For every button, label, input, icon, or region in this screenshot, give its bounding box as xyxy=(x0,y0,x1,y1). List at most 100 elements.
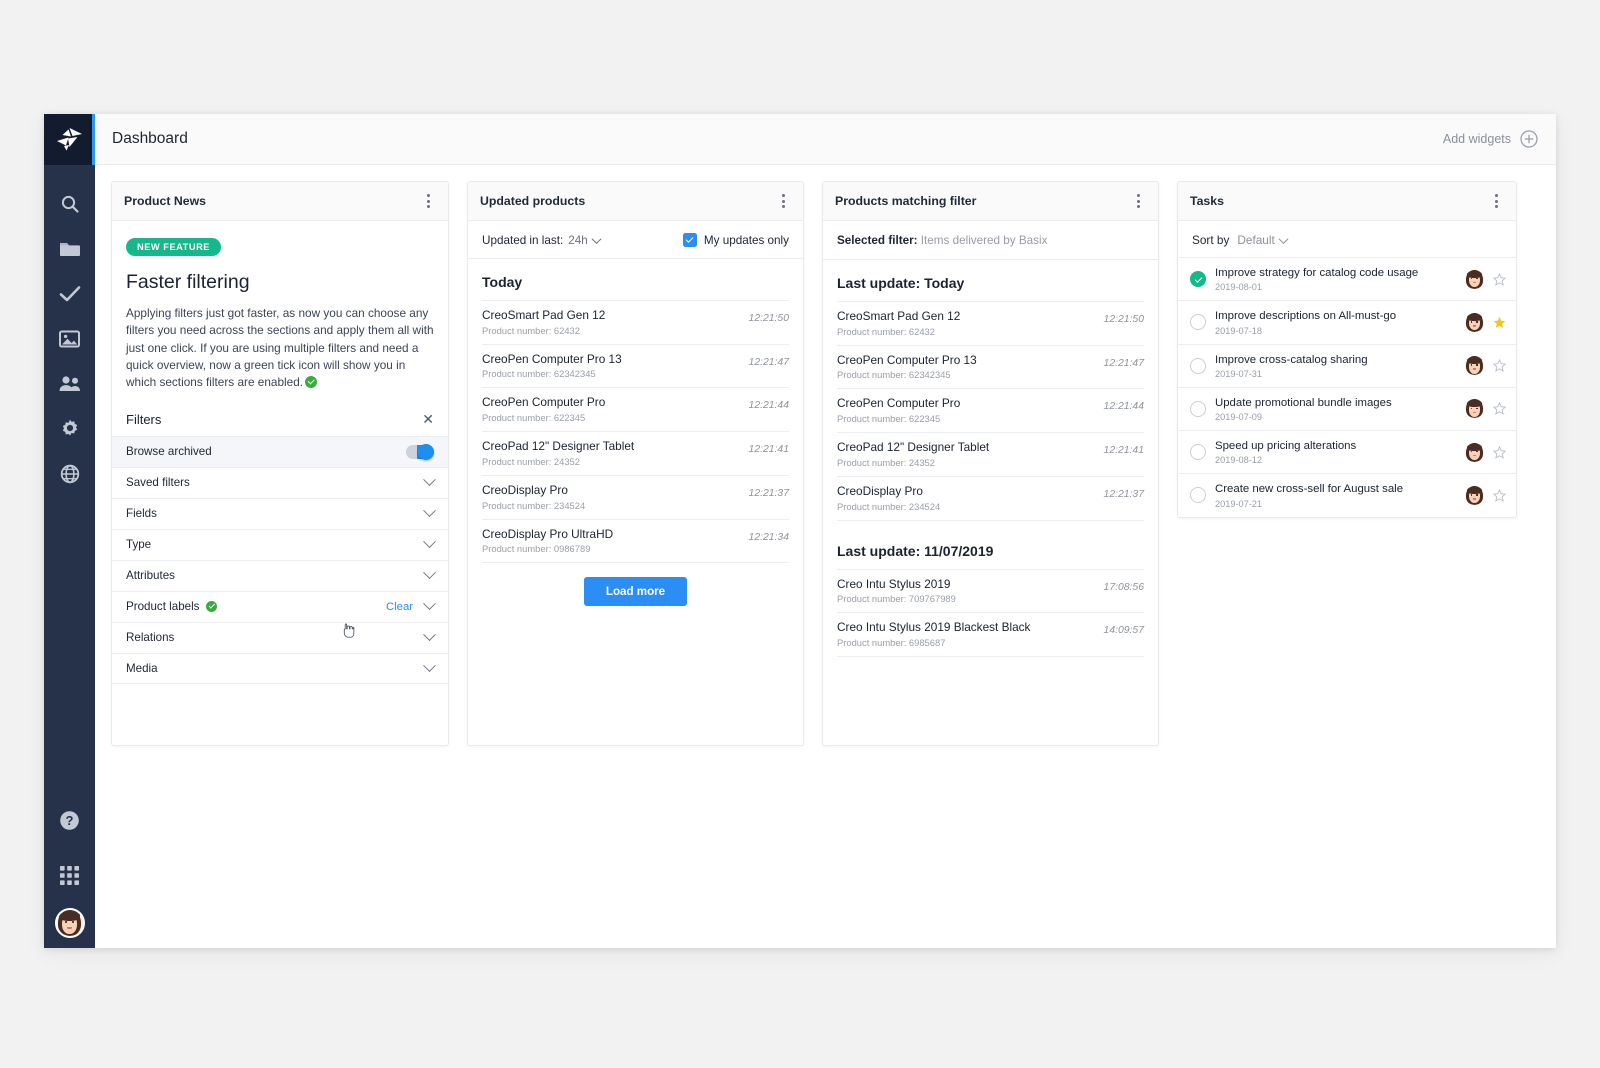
my-updates-only-checkbox[interactable]: My updates only xyxy=(682,233,789,247)
product-row[interactable]: CreoDisplay Pro Product number: 234524 1… xyxy=(482,474,789,519)
product-row[interactable]: CreoPad 12" Designer Tablet Product numb… xyxy=(837,432,1144,476)
widget-title: Product News xyxy=(124,194,206,208)
filter-label: Media xyxy=(126,661,158,675)
tasks-sort-row: Sort by Default xyxy=(1178,221,1516,257)
star-filled-icon[interactable] xyxy=(1493,316,1506,329)
filter-row-saved-filters[interactable]: Saved filters xyxy=(112,466,448,498)
filter-row-relations[interactable]: Relations xyxy=(112,621,448,653)
task-row[interactable]: Improve strategy for catalog code usage … xyxy=(1178,257,1516,300)
widget-products-matching-filter: Products matching filter Selected filter… xyxy=(822,181,1159,746)
product-name: Creo Intu Stylus 2019 xyxy=(837,576,951,591)
widget-menu-button[interactable] xyxy=(418,189,438,213)
task-status-checkbox[interactable] xyxy=(1190,357,1206,374)
task-assignee-avatar[interactable] xyxy=(1465,356,1484,376)
chevron-down-icon xyxy=(423,535,436,549)
avatar-icon xyxy=(1465,485,1484,505)
task-assignee-avatar[interactable] xyxy=(1465,485,1484,505)
updated-in-last-dropdown[interactable]: 24h xyxy=(568,234,602,247)
filter-row-browse-archived[interactable]: Browse archived xyxy=(112,435,448,467)
filter-row-fields[interactable]: Fields xyxy=(112,497,448,529)
clear-product-labels-button[interactable]: Clear xyxy=(386,601,413,613)
chevron-down-icon xyxy=(423,658,436,672)
sidebar-item-profile-avatar[interactable] xyxy=(54,908,85,938)
product-row[interactable]: Creo Intu Stylus 2019 Product number: 70… xyxy=(837,568,1144,613)
task-status-checkbox[interactable] xyxy=(1190,314,1206,331)
product-row[interactable]: CreoPen Computer Pro Product number: 622… xyxy=(482,387,789,431)
task-row[interactable]: Speed up pricing alterations 2019-08-12 xyxy=(1178,430,1516,473)
sidebar-item-settings[interactable] xyxy=(44,406,95,451)
product-row[interactable]: CreoSmart Pad Gen 12 Product number: 624… xyxy=(837,301,1144,345)
widget-updated-products: Updated products Updated in last: 24h My… xyxy=(467,181,804,746)
task-row[interactable]: Improve descriptions on All-must-go 2019… xyxy=(1178,300,1516,343)
product-row[interactable]: Creo Intu Stylus 2019 Blackest Black Pro… xyxy=(837,612,1144,656)
product-number: Product number: 0986789 xyxy=(482,543,591,555)
filter-row-media[interactable]: Media xyxy=(112,652,448,684)
task-assignee-avatar[interactable] xyxy=(1465,399,1484,419)
browse-archived-toggle[interactable] xyxy=(406,443,434,460)
filter-row-type[interactable]: Type xyxy=(112,528,448,560)
task-assignee-avatar[interactable] xyxy=(1465,269,1484,289)
task-status-checkbox[interactable] xyxy=(1190,487,1206,504)
product-number: Product number: 709767989 xyxy=(837,593,956,605)
filters-close-button[interactable]: ✕ xyxy=(422,412,434,426)
product-row[interactable]: CreoDisplay Pro Product number: 234524 1… xyxy=(837,475,1144,520)
sidebar-item-help[interactable]: ? xyxy=(44,798,95,843)
task-assignee-avatar[interactable] xyxy=(1465,442,1484,462)
product-name: Creo Intu Stylus 2019 Blackest Black xyxy=(837,620,1031,635)
product-row[interactable]: CreoPen Computer Pro 13 Product number: … xyxy=(837,344,1144,389)
sidebar-item-search[interactable] xyxy=(44,181,95,226)
star-outline-icon[interactable] xyxy=(1493,402,1506,416)
filter-row-product-labels[interactable]: Product labels Clear xyxy=(112,590,448,638)
task-status-checkbox[interactable] xyxy=(1190,271,1206,288)
widget-menu-button[interactable] xyxy=(773,189,793,213)
task-status-checkbox[interactable] xyxy=(1190,444,1206,461)
chevron-down-icon xyxy=(1278,233,1289,244)
star-outline-icon[interactable] xyxy=(1493,445,1506,459)
task-row[interactable]: Improve cross-catalog sharing 2019-07-31 xyxy=(1178,343,1516,387)
widget-title: Tasks xyxy=(1190,194,1224,208)
add-widgets-button[interactable]: Add widgets xyxy=(1443,130,1538,148)
avatar-icon xyxy=(1465,399,1484,419)
product-time: 14:09:57 xyxy=(1103,625,1144,637)
sidebar-item-app-grid[interactable] xyxy=(44,853,95,898)
product-row[interactable]: CreoSmart Pad Gen 12 Product number: 624… xyxy=(482,300,789,344)
app-logo[interactable] xyxy=(44,114,95,165)
sidebar-item-catalogs[interactable] xyxy=(44,226,95,271)
matching-products-list: Last update: Today CreoSmart Pad Gen 12 … xyxy=(823,260,1158,745)
product-name: CreoSmart Pad Gen 12 xyxy=(837,309,961,323)
task-title: Improve cross-catalog sharing xyxy=(1215,353,1368,366)
sort-by-dropdown[interactable]: Default xyxy=(1237,233,1289,247)
task-row[interactable]: Create new cross-sell for August sale 20… xyxy=(1178,473,1516,516)
sidebar-item-media[interactable] xyxy=(44,316,95,361)
task-assignee-avatar[interactable] xyxy=(1465,312,1484,332)
sidebar-item-tasks[interactable] xyxy=(44,271,95,316)
check-icon xyxy=(59,285,80,301)
product-row[interactable]: CreoPen Computer Pro 13 Product number: … xyxy=(482,343,789,388)
load-more-button[interactable]: Load more xyxy=(583,577,688,607)
filter-row-attributes[interactable]: Attributes xyxy=(112,559,448,591)
product-row[interactable]: CreoPad 12" Designer Tablet Product numb… xyxy=(482,431,789,475)
task-row[interactable]: Update promotional bundle images 2019-07… xyxy=(1178,386,1516,430)
sidebar-item-global[interactable] xyxy=(44,451,95,496)
product-row[interactable]: CreoDisplay Pro UltraHD Product number: … xyxy=(482,518,789,563)
product-name: CreoDisplay Pro UltraHD xyxy=(482,526,614,541)
image-icon xyxy=(59,330,80,347)
product-row[interactable]: CreoPen Computer Pro Product number: 622… xyxy=(837,388,1144,432)
task-title: Update promotional bundle images xyxy=(1215,396,1392,409)
task-status-checkbox[interactable] xyxy=(1190,400,1206,417)
widget-menu-button[interactable] xyxy=(1486,189,1506,213)
star-outline-icon[interactable] xyxy=(1493,272,1506,286)
product-time: 12:21:41 xyxy=(748,444,789,456)
task-date: 2019-08-01 xyxy=(1215,282,1262,293)
selected-filter-value: Items delivered by Basix xyxy=(920,234,1048,247)
product-number: Product number: 62342345 xyxy=(837,369,951,381)
mouse-cursor-pointer-icon xyxy=(343,622,355,638)
product-name: CreoPad 12" Designer Tablet xyxy=(837,440,990,455)
checkbox-checked-icon xyxy=(682,233,697,247)
sidebar-item-users[interactable] xyxy=(44,361,95,406)
widget-menu-button[interactable] xyxy=(1128,189,1148,213)
star-outline-icon[interactable] xyxy=(1493,359,1506,372)
star-outline-icon[interactable] xyxy=(1493,488,1506,502)
product-time: 12:21:47 xyxy=(748,356,789,368)
product-name: CreoSmart Pad Gen 12 xyxy=(482,308,606,322)
